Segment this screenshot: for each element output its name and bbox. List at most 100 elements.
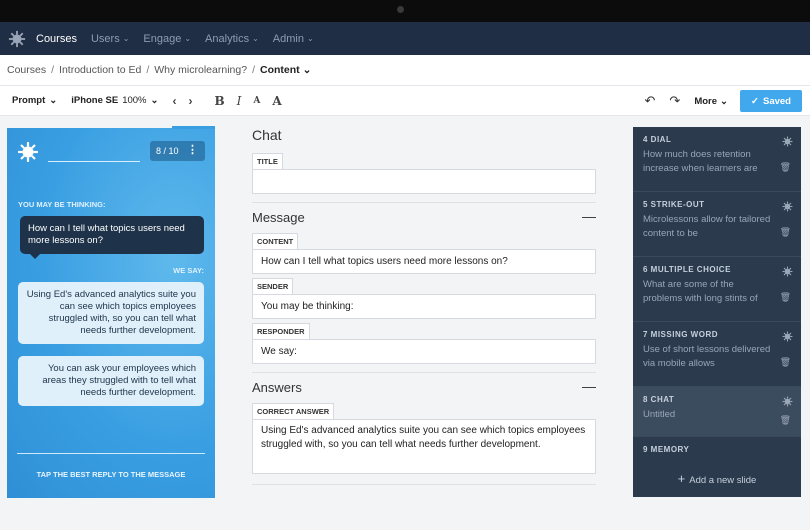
slides-panel: 4 DIAL How much does retention increase …	[633, 127, 801, 497]
gear-icon[interactable]	[782, 136, 793, 147]
responder-label: RESPONDER	[252, 323, 310, 339]
chevron-down-icon: ⌄	[252, 34, 259, 43]
editor-toolbar: Prompt ⌄ iPhone SE 100% ⌄ ‹ › B I A A ↶ ↷ M…	[0, 86, 810, 116]
slide-preview-text: Untitled	[643, 409, 676, 420]
redo-icon[interactable]: ↷	[669, 93, 680, 109]
breadcrumb-courses[interactable]: Courses	[7, 64, 46, 76]
breadcrumb: Courses / Introduction to Ed / Why micro…	[0, 55, 810, 86]
correct-answer-input[interactable]: Using Ed's advanced analytics suite you …	[252, 419, 596, 474]
message-section-title[interactable]: Message —	[252, 208, 596, 225]
gear-icon[interactable]	[782, 396, 793, 407]
section-divider	[252, 372, 596, 373]
we-say-label: WE SAY:	[173, 266, 204, 275]
collapse-icon[interactable]: —	[582, 378, 596, 394]
slide-item[interactable]: 7 MISSING WORD Use of short lessons deli…	[633, 322, 801, 387]
title-label: TITLE	[252, 153, 283, 169]
trash-icon[interactable]: 🗑	[780, 357, 791, 368]
phone-preview: 8 / 10 ⋮ YOU MAY BE THINKING: How can I …	[7, 128, 215, 498]
more-vertical-icon[interactable]: ⋮	[187, 144, 198, 156]
answer-bubble[interactable]: Using Ed's advanced analytics suite you …	[18, 282, 204, 344]
slide-preview-text: Use of short lessons delivered via mobil…	[643, 344, 771, 369]
slide-preview-text: Microlessons allow for tailored content …	[643, 214, 771, 239]
sender-input[interactable]: You may be thinking:	[252, 294, 596, 319]
bold-icon[interactable]: B	[214, 94, 224, 108]
collapse-icon[interactable]: —	[582, 208, 596, 224]
section-divider	[252, 484, 596, 485]
breadcrumb-separator: /	[51, 64, 55, 76]
top-navigation: Courses Users ⌄ Engage ⌄ Analytics ⌄ Admin ⌄	[0, 22, 810, 55]
responder-input[interactable]: We say:	[252, 339, 596, 364]
nav-analytics[interactable]: Analytics ⌄	[205, 33, 259, 45]
trash-icon[interactable]: 🗑	[780, 292, 791, 303]
slide-preview-text: How much does retention increase when le…	[643, 149, 758, 174]
italic-icon[interactable]: I	[237, 94, 242, 108]
preview-instruction: TAP THE BEST REPLY TO THE MESSAGE	[36, 470, 186, 479]
breadcrumb-separator: /	[146, 64, 150, 76]
breadcrumb-separator: /	[252, 64, 255, 76]
chevron-right-icon[interactable]: ›	[188, 94, 192, 108]
ed-logo-icon[interactable]	[8, 30, 26, 48]
slide-title: 7 MISSING WORD	[643, 330, 719, 339]
chevron-left-icon[interactable]: ‹	[172, 94, 176, 108]
nav-engage[interactable]: Engage ⌄	[143, 33, 191, 45]
slide-item[interactable]: 6 MULTIPLE CHOICE What are some of the p…	[633, 257, 801, 322]
slide-title: 6 MULTIPLE CHOICE	[643, 265, 731, 274]
progress-line	[48, 161, 140, 162]
laptop-bezel	[0, 0, 810, 22]
saved-button[interactable]: ✓ Saved	[740, 90, 802, 112]
gear-icon[interactable]	[782, 266, 793, 277]
slide-form: Chat TITLE Message — CONTENT How can I t…	[252, 116, 596, 492]
form-heading: Chat	[252, 127, 282, 143]
gear-icon[interactable]	[782, 201, 793, 212]
font-size-small-icon[interactable]: A	[253, 96, 260, 106]
nav-users[interactable]: Users ⌄	[91, 33, 129, 45]
breadcrumb-course[interactable]: Introduction to Ed	[59, 64, 141, 76]
content-label: CONTENT	[252, 233, 299, 249]
breadcrumb-current[interactable]: Content ⌄	[260, 64, 311, 76]
trash-icon[interactable]: 🗑	[780, 227, 791, 238]
thinking-label: YOU MAY BE THINKING:	[18, 200, 106, 209]
answers-section-title[interactable]: Answers —	[252, 378, 596, 395]
trash-icon[interactable]: 🗑	[780, 415, 791, 426]
add-slide-button[interactable]: + Add a new slide	[633, 471, 801, 486]
breadcrumb-lesson[interactable]: Why microlearning?	[154, 64, 247, 76]
plus-icon: +	[677, 471, 686, 486]
chevron-down-icon: ⌄	[122, 34, 130, 43]
slide-title: 9 MEMORY	[643, 445, 690, 454]
slide-title: 8 CHAT	[643, 395, 675, 404]
content-input[interactable]: How can I tell what topics users need mo…	[252, 249, 596, 274]
chevron-down-icon: ⌄	[720, 95, 728, 107]
undo-icon[interactable]: ↶	[645, 93, 656, 109]
preview-divider	[17, 453, 205, 454]
correct-answer-label: CORRECT ANSWER	[252, 403, 335, 419]
chevron-down-icon: ⌄	[49, 95, 58, 106]
slide-item[interactable]: 4 DIAL How much does retention increase …	[633, 127, 801, 192]
chevron-down-icon: ⌄	[306, 34, 314, 43]
nav-courses[interactable]: Courses	[36, 33, 77, 45]
slide-title: 4 DIAL	[643, 135, 672, 144]
title-input[interactable]	[252, 169, 596, 194]
more-menu[interactable]: More ⌄	[694, 96, 728, 107]
chevron-down-icon: ⌄	[184, 34, 192, 43]
gear-icon[interactable]	[782, 331, 793, 342]
slide-item-active[interactable]: 8 CHAT Untitled 🗑	[633, 387, 801, 437]
editor-content: 8 / 10 ⋮ YOU MAY BE THINKING: How can I …	[0, 116, 810, 530]
nav-admin[interactable]: Admin ⌄	[273, 33, 314, 45]
phone-tab-indicator	[172, 126, 215, 129]
answer-bubble[interactable]: You can ask your employees which areas t…	[18, 356, 204, 406]
trash-icon[interactable]: 🗑	[780, 162, 791, 173]
section-divider	[252, 202, 596, 203]
device-select[interactable]: iPhone SE 100% ⌄	[71, 95, 158, 106]
slide-type-select[interactable]: Prompt ⌄	[12, 95, 57, 106]
font-size-large-icon[interactable]: A	[272, 94, 281, 108]
slide-counter[interactable]: 8 / 10 ⋮	[150, 141, 205, 161]
slide-item[interactable]: 5 STRIKE-OUT Microlessons allow for tail…	[633, 192, 801, 257]
slide-preview-text: What are some of the problems with long …	[643, 279, 758, 304]
camera-dot	[397, 6, 404, 13]
chevron-down-icon: ⌄	[302, 64, 312, 76]
toolbar-right: ↶ ↷ More ⌄ ✓ Saved	[645, 90, 802, 112]
check-icon: ✓	[751, 95, 759, 107]
question-bubble: How can I tell what topics users need mo…	[20, 216, 204, 259]
app-screen: Courses Users ⌄ Engage ⌄ Analytics ⌄ Admin ⌄…	[0, 22, 810, 530]
slide-item[interactable]: 9 MEMORY	[633, 437, 801, 467]
